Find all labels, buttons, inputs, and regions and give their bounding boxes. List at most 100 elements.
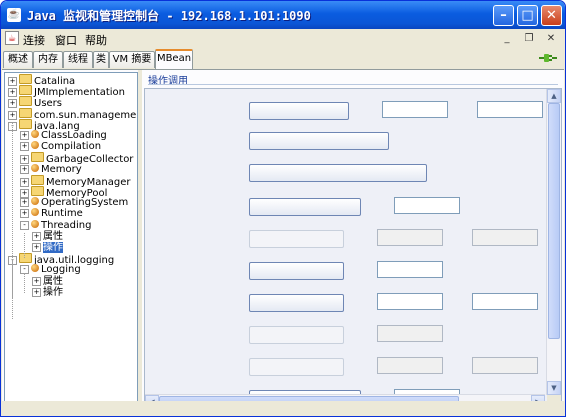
close-icon: ✕ (546, 8, 557, 23)
operation-button[interactable] (249, 132, 389, 150)
java-cup-icon[interactable]: ☕ (7, 8, 21, 22)
mdi-restore-icon[interactable]: ❐ (521, 31, 537, 46)
operation-button[interactable] (249, 230, 344, 248)
tree-node-label: 操作 (43, 242, 63, 253)
param-input[interactable] (394, 197, 460, 214)
tree-node[interactable]: + 操作 (32, 242, 63, 253)
folder-icon (19, 96, 32, 107)
mbean-tree[interactable]: + Catalina + JMImplementation + Users + com.sun… (4, 72, 138, 410)
mbean-icon (31, 141, 39, 150)
menu-window[interactable]: 窗口 (55, 32, 77, 48)
expand-icon[interactable]: + (32, 231, 41, 241)
tree-node-label: Compilation (41, 141, 102, 153)
operation-button[interactable] (249, 262, 344, 280)
expand-icon[interactable]: + (32, 243, 41, 252)
operation-button[interactable] (249, 198, 361, 216)
param-input[interactable] (377, 293, 443, 310)
status-bar (1, 401, 565, 416)
tree-node[interactable]: - Threading (20, 219, 92, 231)
mbean-icon (31, 163, 39, 172)
param-input[interactable] (382, 101, 448, 118)
tree-node-label: 操作 (43, 286, 63, 298)
expand-icon[interactable]: + (32, 276, 41, 286)
scroll-down-icon[interactable]: ▼ (547, 381, 561, 395)
title-bar[interactable]: ☕ Java 监视和管理控制台 - 192.168.1.101:1090 – □… (1, 1, 565, 29)
param-input[interactable] (472, 293, 538, 310)
collapse-icon[interactable]: - (20, 220, 29, 230)
expand-icon[interactable]: + (32, 287, 41, 297)
tree-node[interactable]: + OperatingSystem (20, 197, 128, 208)
operations-list (145, 89, 545, 395)
tree-guide-line (12, 259, 13, 319)
operation-button[interactable] (249, 164, 427, 182)
mdi-minimize-icon[interactable]: _ (499, 31, 515, 46)
tab-overview[interactable]: 概述 (3, 51, 33, 68)
close-button[interactable]: ✕ (541, 5, 562, 26)
tree-node-label: Threading (41, 219, 92, 231)
tree-node-label: 属性 (43, 275, 63, 287)
mdi-close-icon[interactable]: ✕ (543, 31, 559, 46)
java-app-icon[interactable]: ☕ (5, 31, 19, 45)
tree-node[interactable]: + Users (8, 96, 62, 109)
tree-node[interactable]: + ClassLoading (20, 130, 107, 141)
tab-classes[interactable]: 类 (93, 51, 109, 68)
maximize-button[interactable]: □ (517, 5, 538, 26)
param-input (377, 325, 443, 342)
expand-icon[interactable]: + (20, 209, 29, 219)
vertical-scrollbar[interactable]: ▲ ▼ (546, 89, 561, 395)
vertical-scroll-thumb[interactable] (548, 103, 560, 339)
folder-icon (19, 107, 32, 118)
tree-node[interactable]: - Logging (20, 264, 81, 275)
tree-node[interactable]: + 属性 (32, 231, 63, 242)
tree-node[interactable]: + JMImplementation (8, 85, 125, 98)
param-input[interactable] (377, 261, 443, 278)
tree-node[interactable]: + 属性 (32, 276, 63, 287)
operation-button[interactable] (249, 326, 344, 344)
tree-node-label: OperatingSystem (41, 197, 129, 209)
expand-icon[interactable]: + (20, 142, 29, 152)
scroll-up-icon[interactable]: ▲ (547, 89, 561, 103)
tree-node[interactable]: + Runtime (20, 208, 83, 219)
app-window: ☕ Java 监视和管理控制台 - 192.168.1.101:1090 – □… (0, 0, 566, 417)
folder-icon (19, 85, 32, 96)
folder-icon (19, 253, 32, 264)
tree-node[interactable]: + Memory (20, 163, 82, 175)
mbean-icon (31, 208, 39, 217)
param-input[interactable] (477, 101, 543, 118)
tab-threads[interactable]: 线程 (63, 51, 93, 68)
window-title: Java 监视和管理控制台 - 192.168.1.101:1090 (27, 9, 311, 23)
tree-node[interactable]: + Catalina (8, 74, 75, 87)
operation-button[interactable] (249, 358, 344, 376)
menu-connection[interactable]: 连接 (23, 32, 45, 48)
expand-icon[interactable]: + (20, 198, 29, 208)
folder-icon (31, 174, 44, 185)
expand-icon[interactable]: + (20, 131, 29, 140)
folder-icon (19, 118, 32, 129)
tree-node[interactable]: + Compilation (20, 141, 101, 152)
tree-node[interactable]: + GarbageCollector (20, 152, 133, 165)
tree-node[interactable]: + MemoryManager (20, 174, 131, 188)
expand-icon[interactable]: + (20, 164, 29, 174)
tree-node[interactable]: + com.sun.management (8, 107, 137, 121)
param-input (472, 357, 538, 374)
tab-mbean[interactable]: MBean (155, 49, 193, 69)
mbean-icon (31, 219, 39, 228)
menu-help[interactable]: 帮助 (85, 32, 107, 48)
tab-memory[interactable]: 内存 (33, 51, 63, 68)
minimize-button[interactable]: – (493, 5, 514, 26)
operations-box: ▲ ▼ ◀ ▶ (144, 88, 562, 410)
param-input (472, 229, 538, 246)
mbean-icon (31, 130, 39, 138)
tree-node[interactable]: - java.lang (8, 118, 80, 132)
mbean-icon (31, 197, 39, 206)
param-input (377, 229, 443, 246)
tree-node[interactable]: + 操作 (32, 287, 63, 298)
tree-node[interactable]: + MemoryPool (20, 186, 107, 199)
operations-panel: 操作调用 ▲ ▼ ◀ ▶ (142, 72, 562, 412)
tab-vm-summary[interactable]: VM 摘要 (109, 51, 155, 68)
mbean-content: + Catalina + JMImplementation + Users + com.sun… (2, 69, 564, 416)
minimize-icon: – (500, 8, 507, 23)
operation-button[interactable] (249, 294, 344, 312)
tree-guide-line (24, 233, 25, 258)
operation-button[interactable] (249, 102, 349, 120)
